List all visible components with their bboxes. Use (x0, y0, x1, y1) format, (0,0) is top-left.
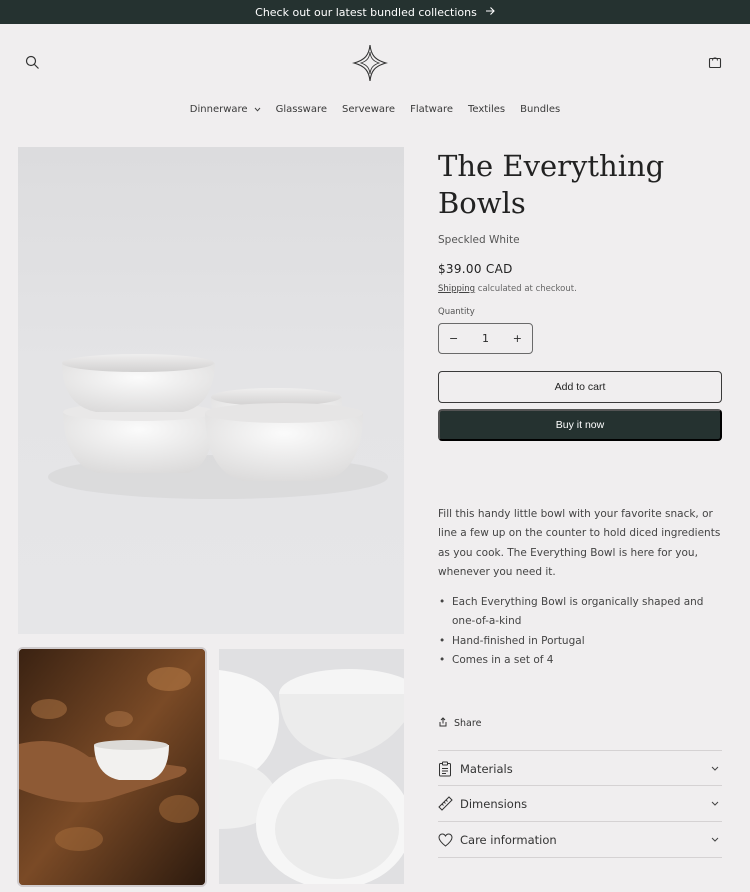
arrow-right-icon (485, 5, 495, 19)
shipping-link[interactable]: Shipping (438, 284, 475, 294)
main-nav: Dinnerware Glassware Serveware Flatware … (0, 100, 750, 118)
product-thumbnail-2[interactable] (219, 649, 404, 884)
cart-icon[interactable] (703, 50, 727, 74)
announcement-text: Check out our latest bundled collections (255, 5, 477, 19)
chevron-down-icon (708, 766, 722, 771)
product-main-image[interactable] (18, 147, 404, 634)
product-title: The Everything Bowls (438, 149, 665, 220)
nav-item-serveware[interactable]: Serveware (342, 100, 395, 118)
feature-item: Comes in a set of 4 (438, 651, 726, 671)
heart-icon (438, 832, 460, 847)
nav-item-label: Flatware (410, 103, 453, 115)
announcement-bar[interactable]: Check out our latest bundled collections (0, 0, 750, 24)
product-description: Fill this handy little bowl with your fa… (438, 508, 721, 578)
feature-item: Each Everything Bowl is organically shap… (438, 593, 726, 632)
share-icon (438, 717, 448, 730)
shipping-suffix: calculated at checkout. (475, 284, 577, 294)
buy-now-button[interactable]: Buy it now (438, 409, 722, 441)
product-thumbnail-1[interactable] (17, 647, 207, 887)
product-price: $39.00 CAD (438, 262, 513, 276)
quantity-input[interactable]: 1 (482, 332, 489, 345)
accordion-dimensions[interactable]: Dimensions (438, 785, 722, 821)
add-to-cart-button[interactable]: Add to cart (438, 371, 722, 403)
nav-item-textiles[interactable]: Textiles (468, 100, 505, 118)
nav-item-label: Bundles (520, 103, 561, 115)
feature-item: Hand-finished in Portugal (438, 632, 726, 652)
nav-item-dinnerware[interactable]: Dinnerware (190, 100, 261, 118)
clipboard-icon (438, 761, 460, 777)
accordion-label: Care information (460, 832, 557, 847)
site-header (0, 24, 750, 100)
star-logo-icon[interactable] (351, 44, 389, 82)
nav-item-flatware[interactable]: Flatware (410, 100, 453, 118)
nav-item-bundles[interactable]: Bundles (520, 100, 560, 118)
share-label: Share (454, 718, 482, 729)
chevron-down-icon (254, 105, 261, 114)
nav-item-glassware[interactable]: Glassware (276, 100, 327, 118)
accordion-label: Dimensions (460, 796, 528, 811)
accordion-divider (438, 857, 722, 858)
accordion-materials[interactable]: Materials (438, 750, 722, 786)
product-variant: Speckled White (438, 234, 520, 246)
quantity-stepper: − 1 + (438, 323, 533, 354)
quantity-minus-button[interactable]: − (449, 332, 458, 345)
accordion-label: Materials (460, 761, 513, 776)
product-features: Each Everything Bowl is organically shap… (438, 593, 726, 670)
nav-item-label: Serveware (342, 103, 396, 115)
chevron-down-icon (708, 801, 722, 806)
chevron-down-icon (708, 837, 722, 842)
shipping-note: Shipping calculated at checkout. (438, 284, 577, 294)
nav-item-label: Glassware (275, 103, 328, 115)
ruler-icon (438, 796, 460, 811)
accordion-care-information[interactable]: Care information (438, 821, 722, 857)
quantity-plus-button[interactable]: + (513, 332, 522, 345)
quantity-label: Quantity (438, 307, 475, 317)
share-button[interactable]: Share (438, 717, 481, 730)
nav-item-label: Dinnerware (189, 103, 248, 115)
nav-item-label: Textiles (468, 103, 506, 115)
search-icon[interactable] (20, 50, 44, 74)
